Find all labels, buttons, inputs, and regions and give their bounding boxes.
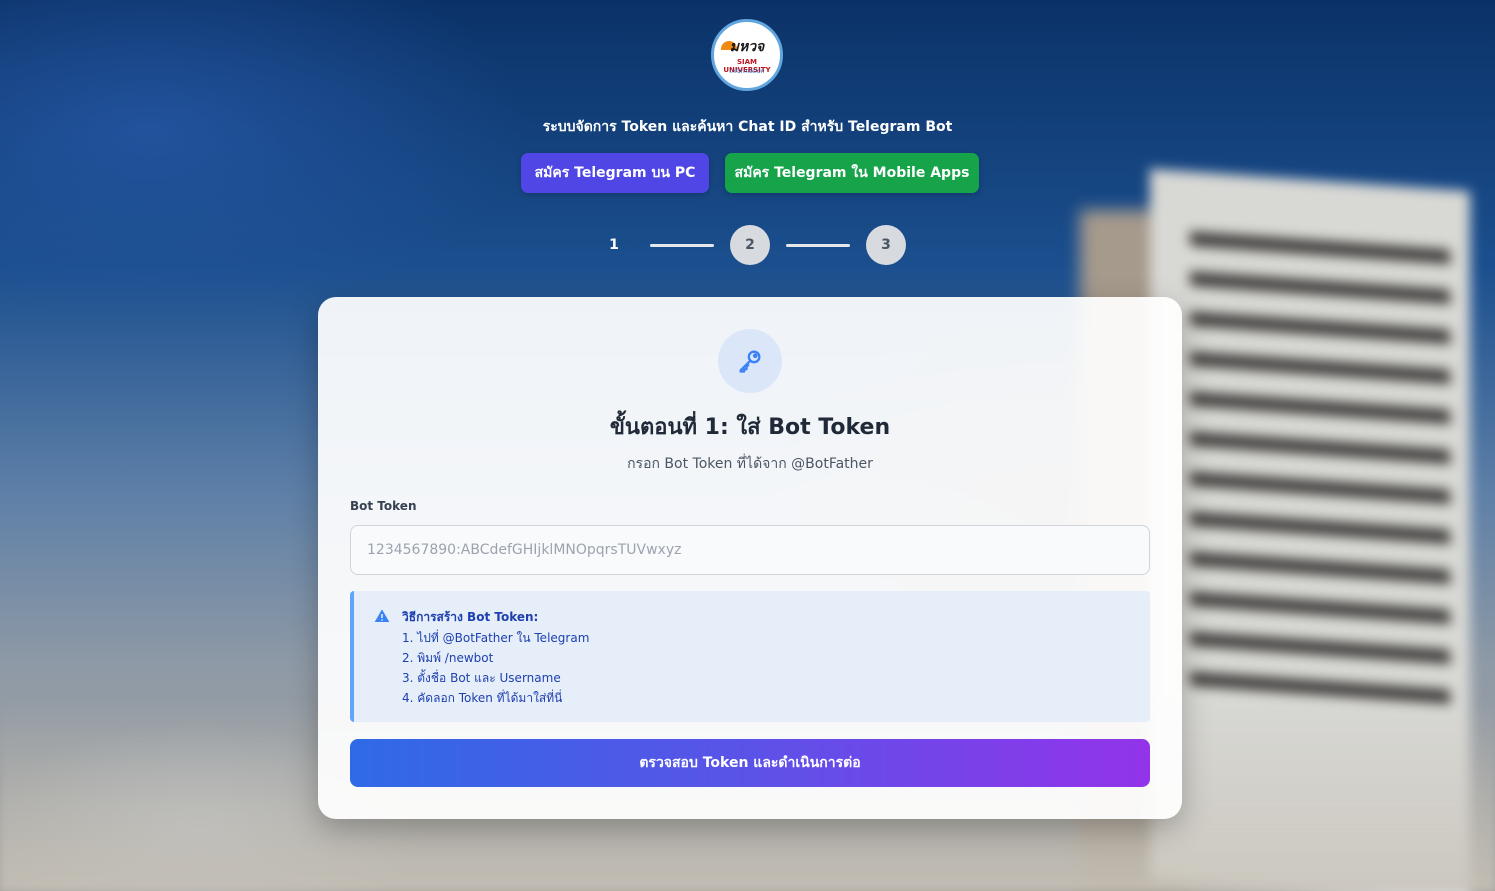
instruction-item: 4. คัดลอก Token ที่ได้มาใส่ที่นี่ [402,691,563,705]
step-title: ขั้นตอนที่ 1: ใส่ Bot Token [609,415,891,440]
step-3: 3 [866,225,906,265]
instructions-box: วิธีการสร้าง Bot Token: 1. ไปที่ @BotFat… [350,591,1150,722]
register-telegram-pc-button[interactable]: สมัคร Telegram บน PC [521,153,709,193]
stepper: 1 2 3 [0,225,1495,265]
instruction-item: 3. ตั้งชื่อ Bot และ Username [402,671,561,685]
logo-text-bottom: Information [729,68,765,75]
page-subtitle: ระบบจัดการ Token และค้นหา Chat ID สำหรับ… [542,119,953,135]
key-icon-badge [718,329,782,393]
instruction-item: 2. พิมพ์ /newbot [402,651,494,665]
step-description: กรอก Bot Token ที่ได้จาก @BotFather [627,456,873,472]
bot-token-label: Bot Token [350,499,417,513]
university-logo: มหวจ SIAM UNIVERSITY Information [711,19,783,91]
token-card: ขั้นตอนที่ 1: ใส่ Bot Token กรอก Bot Tok… [318,297,1182,819]
key-icon [739,350,761,373]
warning-icon [374,609,390,622]
verify-token-button[interactable]: ตรวจสอบ Token และดำเนินการต่อ [350,739,1150,787]
step-1: 1 [609,237,619,253]
logo-text-top: มหวจ [729,39,765,55]
instruction-item: 1. ไปที่ @BotFather ใน Telegram [402,631,590,645]
register-telegram-mobile-button[interactable]: สมัคร Telegram ใน Mobile Apps [725,153,979,193]
instructions-title: วิธีการสร้าง Bot Token: [402,610,539,624]
step-connector [650,244,714,247]
bot-token-input[interactable] [350,525,1150,575]
step-connector [786,244,850,247]
step-2: 2 [730,225,770,265]
instructions-list: 1. ไปที่ @BotFather ใน Telegram 2. พิมพ์… [402,628,589,708]
